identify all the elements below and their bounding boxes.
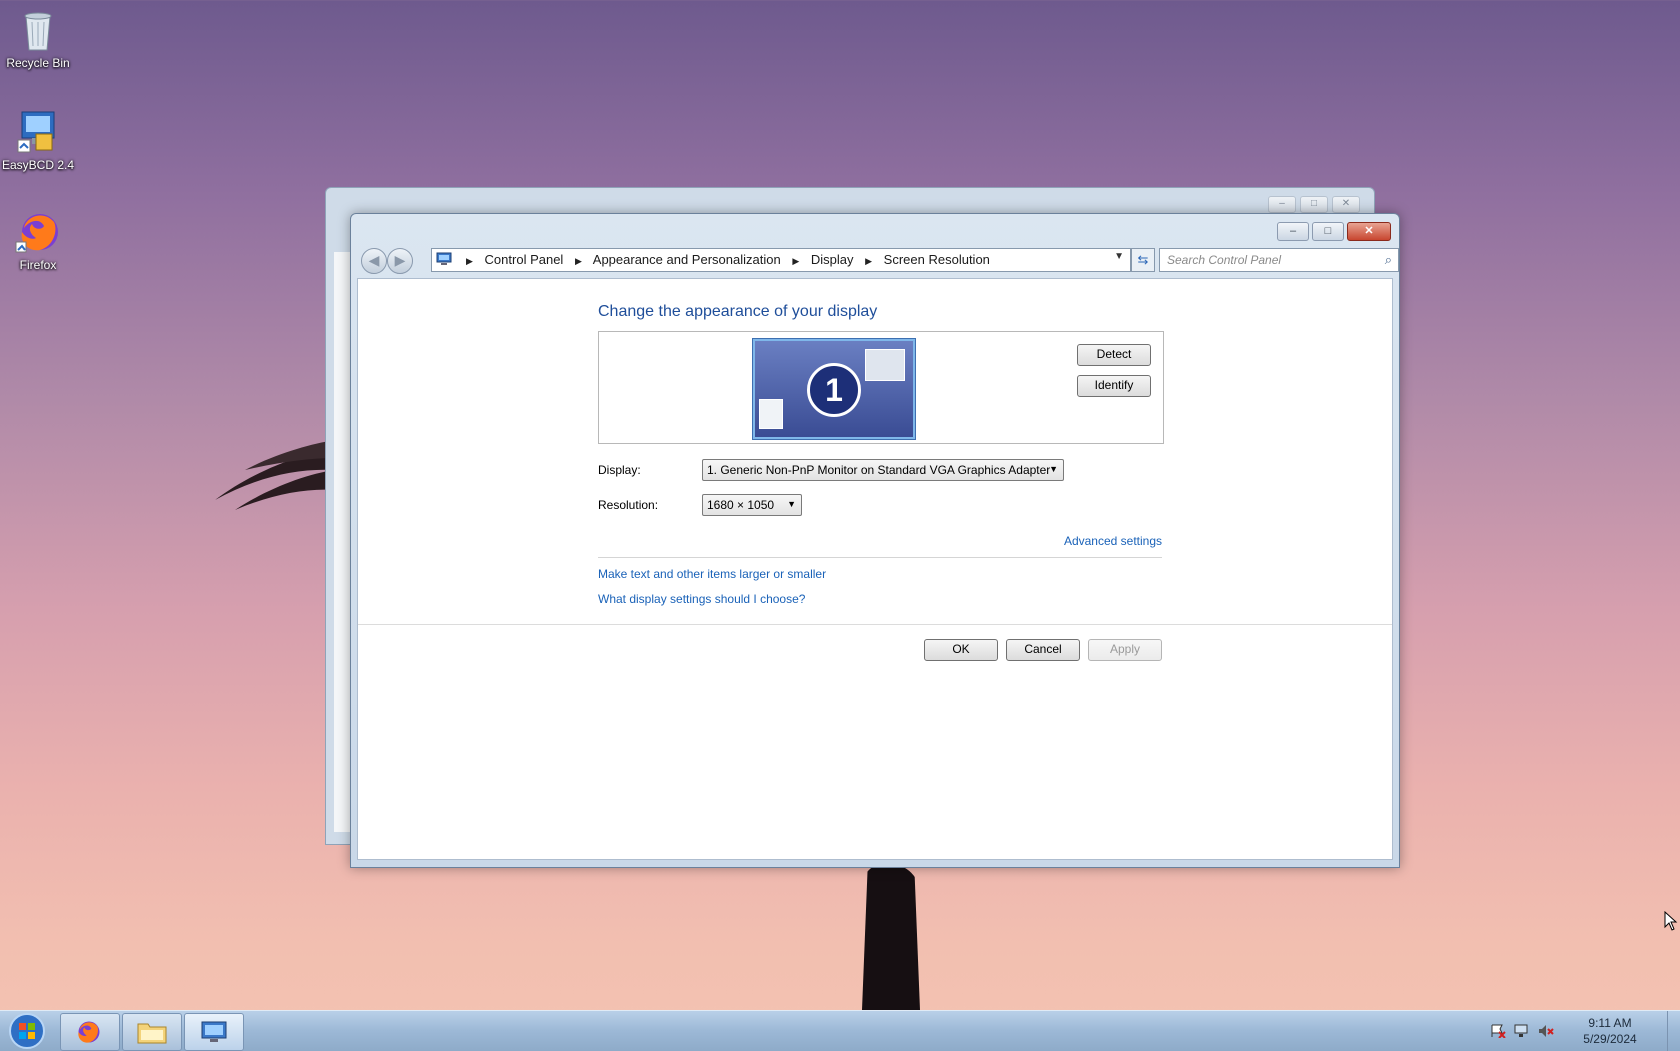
resolution-label: Resolution:: [598, 498, 659, 512]
minimize-button[interactable]: –: [1277, 222, 1309, 241]
back-button[interactable]: ◀: [361, 248, 387, 274]
clock[interactable]: 9:11 AM 5/29/2024: [1570, 1015, 1650, 1047]
monitor-number: 1: [807, 363, 861, 417]
close-button[interactable]: ✕: [1347, 222, 1391, 241]
control-panel-icon: [201, 1021, 227, 1042]
resolution-select-value: 1680 × 1050: [707, 498, 775, 512]
volume-muted-icon[interactable]: [1538, 1024, 1554, 1038]
chevron-right-icon[interactable]: ▶: [865, 256, 872, 266]
navigation-bar: ◀ ▶ ▶ Control Panel ▶ Appearance and Per…: [359, 246, 1399, 274]
recycle-bin-icon: [24, 12, 52, 51]
taskbar-file-explorer[interactable]: [122, 1013, 182, 1051]
apply-button[interactable]: Apply: [1088, 639, 1162, 661]
mouse-cursor-icon: [1664, 911, 1678, 931]
taskbar: 9:11 AM 5/29/2024: [0, 1010, 1680, 1051]
monitor-preview-panel: 1 Detect Identify: [598, 331, 1164, 444]
desktop-icon-easybcd[interactable]: EasyBCD 2.4: [0, 108, 76, 172]
start-button[interactable]: [4, 1012, 50, 1050]
resolution-select[interactable]: 1680 × 1050 ▼: [702, 494, 802, 516]
close-icon[interactable]: ✕: [1332, 196, 1360, 213]
document-icon: [759, 399, 783, 429]
screen-resolution-window[interactable]: – □ ✕ ◀ ▶ ▶ Control Panel ▶ Appearance a…: [350, 213, 1400, 868]
maximize-icon[interactable]: □: [1300, 196, 1328, 213]
footer-divider: [358, 624, 1392, 625]
window-icon: [865, 349, 905, 381]
palm-trunk: [862, 864, 920, 1010]
firefox-icon: [15, 214, 58, 253]
chevron-down-icon: ▼: [787, 499, 796, 509]
text-size-link[interactable]: Make text and other items larger or smal…: [598, 567, 826, 581]
chevron-down-icon: ▼: [1049, 464, 1058, 474]
content-area: Change the appearance of your display 1 …: [357, 278, 1393, 860]
breadcrumb-item-appearance[interactable]: Appearance and Personalization: [593, 252, 781, 267]
network-icon[interactable]: [1514, 1024, 1530, 1038]
display-select-value: 1. Generic Non-PnP Monitor on Standard V…: [707, 463, 1051, 477]
search-icon[interactable]: ⌕: [1385, 252, 1392, 268]
page-title: Change the appearance of your display: [598, 303, 878, 320]
address-bar[interactable]: ▶ Control Panel ▶ Appearance and Persona…: [431, 248, 1131, 272]
chevron-right-icon[interactable]: ▶: [575, 256, 582, 266]
desktop-icon-label: Firefox: [19, 258, 57, 272]
breadcrumb-item-screen-resolution[interactable]: Screen Resolution: [884, 252, 990, 267]
breadcrumb: ▶ Control Panel ▶ Appearance and Persona…: [458, 252, 990, 267]
search-input[interactable]: Search Control Panel ⌕: [1159, 248, 1399, 272]
advanced-settings-link[interactable]: Advanced settings: [1064, 534, 1162, 548]
taskbar-control-panel[interactable]: [184, 1013, 244, 1051]
forward-button[interactable]: ▶: [387, 248, 413, 274]
action-center-icon[interactable]: [1490, 1024, 1506, 1038]
window-controls: – □ ✕: [1277, 222, 1391, 241]
clock-time: 9:11 AM: [1588, 1016, 1632, 1030]
breadcrumb-item-control-panel[interactable]: Control Panel: [485, 252, 564, 267]
divider: [598, 557, 1162, 558]
desktop-icon-label: Recycle Bin: [6, 56, 70, 70]
refresh-button[interactable]: ⇆: [1131, 248, 1155, 272]
folder-icon: [137, 1023, 167, 1044]
show-desktop-button[interactable]: [1667, 1011, 1680, 1051]
easybcd-icon: [17, 111, 55, 153]
chevron-right-icon: ▶: [466, 256, 473, 266]
monitor-1-preview[interactable]: 1: [753, 339, 915, 439]
cancel-button[interactable]: Cancel: [1006, 639, 1080, 661]
system-tray: 9:11 AM 5/29/2024: [1484, 1011, 1674, 1051]
background-window-controls: – □ ✕: [1268, 196, 1360, 213]
chevron-down-icon[interactable]: ▼: [1114, 251, 1124, 262]
detect-button[interactable]: Detect: [1077, 344, 1151, 366]
display-select[interactable]: 1. Generic Non-PnP Monitor on Standard V…: [702, 459, 1064, 481]
ok-button[interactable]: OK: [924, 639, 998, 661]
palm-frond: [215, 440, 335, 510]
control-panel-icon: [436, 252, 452, 265]
desktop-icon-recycle-bin[interactable]: Recycle Bin: [0, 6, 76, 70]
maximize-button[interactable]: □: [1312, 222, 1344, 241]
breadcrumb-item-display[interactable]: Display: [811, 252, 854, 267]
desktop-icon-label: EasyBCD 2.4: [1, 158, 75, 172]
taskbar-firefox[interactable]: [60, 1013, 120, 1051]
identify-button[interactable]: Identify: [1077, 375, 1151, 397]
firefox-icon: [78, 1021, 100, 1043]
clock-date: 5/29/2024: [1583, 1032, 1637, 1046]
chevron-right-icon[interactable]: ▶: [792, 256, 799, 266]
search-placeholder: Search Control Panel: [1167, 253, 1282, 267]
minimize-icon[interactable]: –: [1268, 196, 1296, 213]
display-label: Display:: [598, 463, 641, 477]
display-help-link[interactable]: What display settings should I choose?: [598, 592, 805, 606]
desktop-icon-firefox[interactable]: Firefox: [0, 208, 76, 272]
